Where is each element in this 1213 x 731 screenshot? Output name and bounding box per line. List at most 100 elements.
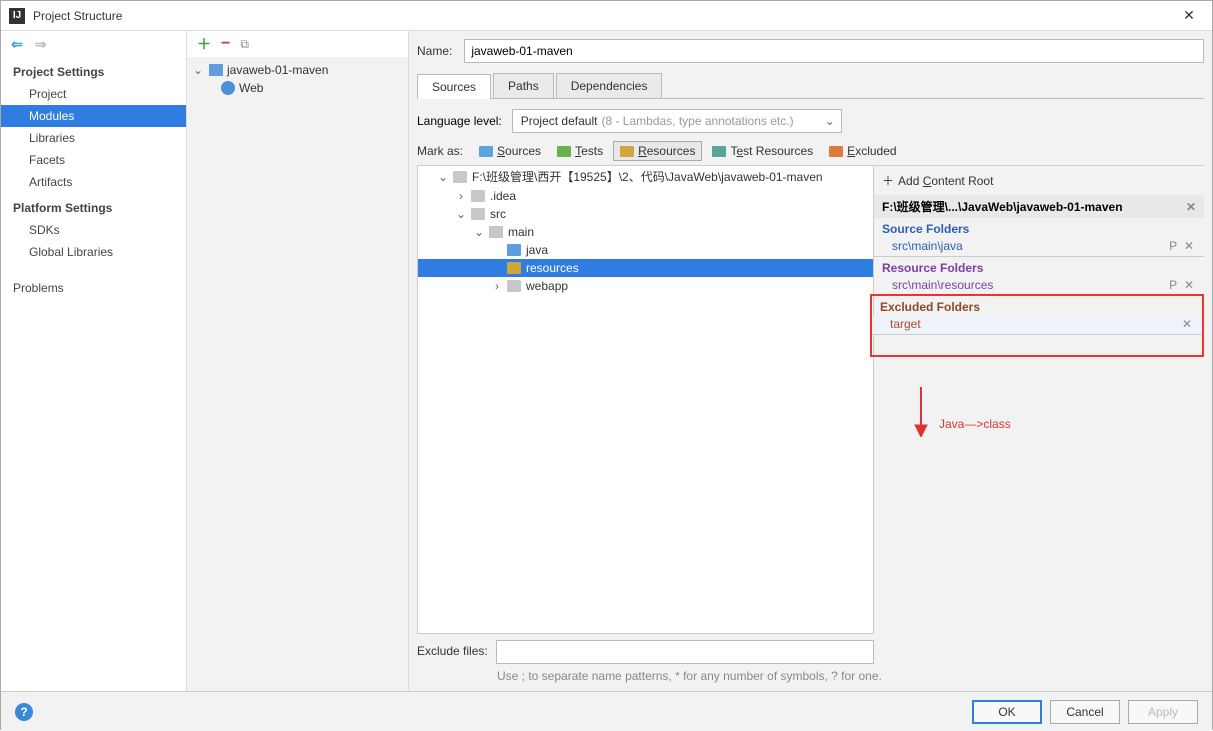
excluded-folder-item[interactable]: target ✕ [872,316,1202,335]
module-facet-web[interactable]: Web [187,79,408,97]
tree-node-idea[interactable]: › .idea [418,187,873,205]
apply-button[interactable]: Apply [1128,700,1198,724]
ok-button[interactable]: OK [972,700,1042,724]
resource-folder-path: src\main\resources [892,278,993,292]
sidebar-item-sdks[interactable]: SDKs [1,219,186,241]
add-content-root-button[interactable]: ＋Add Content Root [874,166,1204,195]
arrow-down-icon [911,387,931,437]
tab-sources[interactable]: Sources [417,74,491,99]
close-icon[interactable]: ✕ [1174,7,1204,24]
tree-label: .idea [490,189,516,203]
module-list-panel: ＋ − ⧉ ⌄ javaweb-01-maven Web [187,31,409,691]
source-tree: ⌄ F:\班级管理\西开【19525】\2、代码\JavaWeb\javaweb-… [417,166,874,634]
excluded-highlight-box: Excluded Folders target✕ [870,294,1204,357]
sidebar-item-artifacts[interactable]: Artifacts [1,171,186,193]
window-title: Project Structure [33,9,1174,23]
language-level-dropdown[interactable]: Project default (8 - Lambdas, type annot… [512,109,842,133]
detail-panel: Name: Sources Paths Dependencies Languag… [409,31,1212,691]
module-toolbar: ＋ − ⧉ [187,31,408,57]
module-facet-label: Web [239,81,263,95]
folder-icon [507,280,521,292]
tests-swatch-icon [557,146,571,157]
tree-node-webapp[interactable]: › webapp [418,277,873,295]
properties-icon[interactable]: P [1169,278,1179,292]
help-icon[interactable]: ? [15,703,33,721]
web-globe-icon [221,81,235,95]
test-resources-swatch-icon [712,146,726,157]
tab-bar: Sources Paths Dependencies [417,73,1204,99]
content-root-path-row[interactable]: F:\班级管理\...\JavaWeb\javaweb-01-maven ✕ [874,195,1204,218]
folder-icon [471,208,485,220]
remove-icon[interactable]: ✕ [1182,317,1194,331]
plus-icon: ＋ [882,172,894,189]
sidebar-toolbar: ⇐ ⇒ [1,31,186,57]
annotation: Java—>class [911,387,1011,437]
chevron-down-icon[interactable]: ⌄ [456,207,466,221]
source-folder-path: src\main\java [892,239,963,253]
mark-as-row: Mark as: Sources Tests Resources Test Re… [417,141,1204,161]
sidebar: ⇐ ⇒ Project Settings Project Modules Lib… [1,31,187,691]
sidebar-item-modules[interactable]: Modules [1,105,186,127]
source-folder-item[interactable]: src\main\java P ✕ [874,238,1204,257]
name-input[interactable] [464,39,1204,63]
language-level-hint: (8 - Lambdas, type annotations etc.) [601,114,793,128]
add-module-icon[interactable]: ＋ [197,34,211,54]
app-logo-icon: IJ [9,8,25,24]
sidebar-item-problems[interactable]: Problems [1,277,186,299]
mark-resources-button[interactable]: Resources [613,141,702,161]
chevron-down-icon[interactable]: ⌄ [474,225,484,239]
chevron-right-icon[interactable]: › [456,189,466,203]
remove-module-icon[interactable]: − [221,35,230,53]
language-level-label: Language level: [417,114,502,128]
resources-swatch-icon [620,146,634,157]
sidebar-item-libraries[interactable]: Libraries [1,127,186,149]
sidebar-item-project[interactable]: Project [1,83,186,105]
back-icon[interactable]: ⇐ [11,36,23,53]
tree-label: webapp [526,279,568,293]
remove-icon[interactable]: ✕ [1184,239,1196,253]
language-level-value: Project default [521,114,598,128]
cancel-button[interactable]: Cancel [1050,700,1120,724]
chevron-right-icon[interactable]: › [492,279,502,293]
mark-sources-button[interactable]: Sources [473,142,547,160]
folder-icon [453,171,467,183]
tree-label: main [508,225,534,239]
exclude-files-input[interactable] [496,640,874,664]
tree-root-label: F:\班级管理\西开【19525】\2、代码\JavaWeb\javaweb-0… [472,168,823,185]
tab-dependencies[interactable]: Dependencies [556,73,663,98]
mark-excluded-button[interactable]: Excluded [823,142,902,160]
tab-paths[interactable]: Paths [493,73,554,98]
tree-label: resources [526,261,579,275]
excluded-folder-path: target [890,317,921,331]
module-root[interactable]: ⌄ javaweb-01-maven [187,61,408,79]
resource-folders-heading: Resource Folders [874,257,1204,277]
forward-icon[interactable]: ⇒ [35,36,47,53]
tree-node-java[interactable]: java [418,241,873,259]
copy-module-icon[interactable]: ⧉ [240,37,249,52]
tree-label: src [490,207,506,221]
tree-root[interactable]: ⌄ F:\班级管理\西开【19525】\2、代码\JavaWeb\javaweb-… [418,166,873,187]
remove-icon[interactable]: ✕ [1184,278,1196,292]
module-root-label: javaweb-01-maven [227,63,328,77]
language-level-row: Language level: Project default (8 - Lam… [417,109,1204,133]
chevron-down-icon[interactable]: ⌄ [193,63,205,77]
remove-content-root-icon[interactable]: ✕ [1186,200,1196,214]
properties-icon[interactable]: P [1169,239,1179,253]
annotation-text: Java—>class [939,417,1011,431]
footer: ? OK Cancel Apply [1,691,1212,731]
chevron-down-icon: ⌄ [825,114,835,128]
chevron-down-icon[interactable]: ⌄ [438,170,448,184]
sidebar-item-facets[interactable]: Facets [1,149,186,171]
mark-test-resources-button[interactable]: Test Resources [706,142,819,160]
sidebar-item-global-libraries[interactable]: Global Libraries [1,241,186,263]
tree-node-main[interactable]: ⌄ main [418,223,873,241]
folder-icon [471,190,485,202]
mark-tests-button[interactable]: Tests [551,142,609,160]
resource-folder-icon [507,262,521,274]
content-root-path: F:\班级管理\...\JavaWeb\javaweb-01-maven [882,198,1123,215]
source-folders-heading: Source Folders [874,218,1204,238]
sidebar-section-platform-settings: Platform Settings [1,193,186,219]
exclude-files-row: Exclude files: [417,634,1204,668]
tree-node-src[interactable]: ⌄ src [418,205,873,223]
tree-node-resources[interactable]: resources [418,259,873,277]
